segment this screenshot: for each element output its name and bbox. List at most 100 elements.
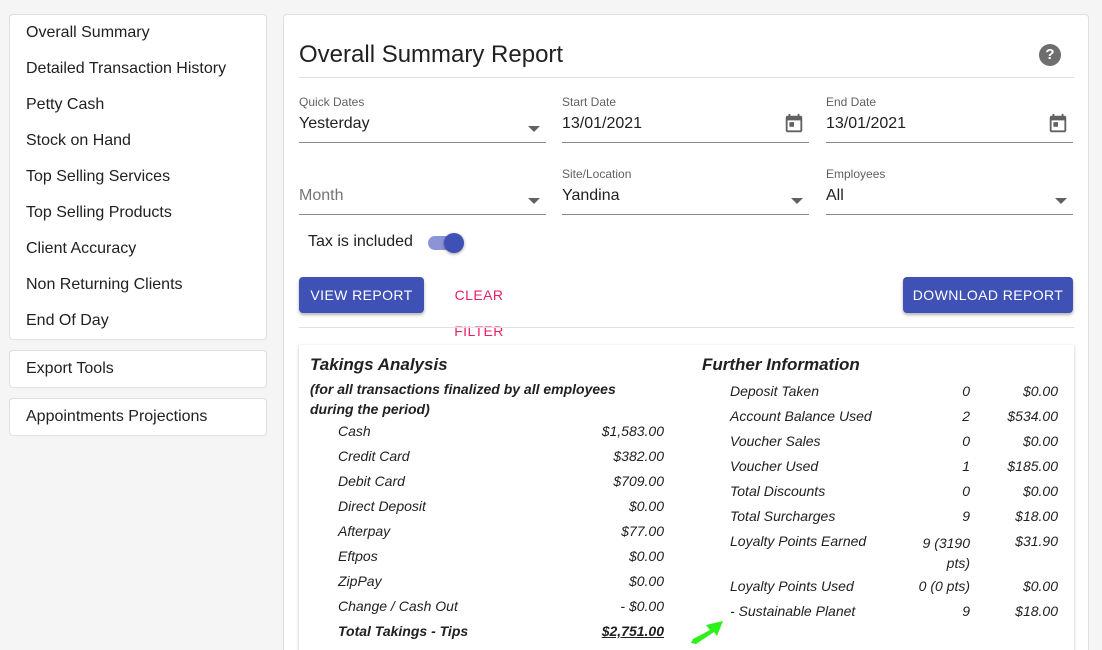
takings-row: Eftpos $0.00: [338, 548, 664, 568]
further-row-amount: $0.00: [1022, 433, 1058, 449]
further-row-amount: $0.00: [1022, 383, 1058, 399]
further-row: Total Surcharges 9 $18.00: [730, 508, 1058, 528]
report-card: Takings Analysis (for all transactions f…: [299, 345, 1074, 650]
further-row: - Sustainable Planet 9 $18.00: [730, 603, 1058, 623]
further-row-name: Account Balance Used: [730, 408, 872, 424]
menu-item-stock-on-hand[interactable]: Stock on Hand: [10, 127, 266, 163]
takings-row-amount: $0.00: [628, 548, 664, 564]
report-menu: Overall Summary Detailed Transaction His…: [9, 14, 267, 340]
takings-row-amount: - $0.00: [620, 598, 664, 614]
menu-item-detailed-transaction-history[interactable]: Detailed Transaction History: [10, 55, 266, 91]
calendar-icon[interactable]: [783, 113, 805, 135]
further-row-count: 9 (3190 pts): [922, 535, 970, 571]
further-row: Loyalty Points Earned 9 (3190 pts) $31.9…: [730, 533, 1058, 577]
further-row: Deposit Taken 0 $0.00: [730, 383, 1058, 403]
takings-row: Direct Deposit $0.00: [338, 498, 664, 518]
month-select[interactable]: Month: [299, 167, 546, 215]
further-row-count: 9: [962, 603, 970, 619]
further-row-amount: $18.00: [1015, 603, 1058, 619]
takings-total-name: Total Takings - Tips: [338, 623, 469, 639]
main-panel: Overall Summary Report ? Quick Dates Yes…: [283, 14, 1089, 650]
start-date-field[interactable]: Start Date 13/01/2021: [562, 95, 809, 143]
takings-row-name: Cash: [338, 423, 371, 439]
further-row: Voucher Sales 0 $0.00: [730, 433, 1058, 453]
further-row-amount: $0.00: [1022, 483, 1058, 499]
takings-row-amount: $1,583.00: [601, 423, 664, 439]
clear-filter-button[interactable]: CLEAR FILTER: [428, 277, 530, 339]
further-row-name: Total Discounts: [730, 483, 826, 499]
takings-row: Credit Card $382.00: [338, 448, 664, 468]
tax-toggle-label: Tax is included: [308, 233, 413, 250]
takings-row-name: Afterpay: [338, 523, 391, 539]
takings-total-row: Total Takings - Tips $2,751.00: [338, 623, 664, 643]
menu-item-end-of-day[interactable]: End Of Day: [10, 307, 266, 343]
further-row-name: Total Surcharges: [730, 508, 836, 524]
employees-label: Employees: [826, 167, 886, 181]
chevron-down-icon: [791, 198, 803, 204]
title-divider: [299, 77, 1074, 78]
further-row: Total Discounts 0 $0.00: [730, 483, 1058, 503]
start-date-value: 13/01/2021: [562, 115, 643, 132]
site-location-select[interactable]: Site/Location Yandina: [562, 167, 809, 215]
takings-row-amount: $0.00: [628, 573, 664, 589]
chevron-down-icon: [1055, 198, 1067, 204]
site-location-value: Yandina: [562, 187, 620, 204]
takings-row-name: Credit Card: [338, 448, 410, 464]
chevron-down-icon: [528, 126, 540, 132]
takings-row-amount: $709.00: [613, 473, 664, 489]
tax-toggle[interactable]: [427, 233, 465, 253]
further-row-amount: $534.00: [1007, 408, 1058, 424]
help-icon[interactable]: ?: [1039, 44, 1061, 66]
further-row-name: - Sustainable Planet: [730, 603, 856, 619]
takings-total-amount: $2,751.00: [601, 623, 664, 639]
download-report-button[interactable]: DOWNLOAD REPORT: [903, 277, 1073, 313]
further-row: Loyalty Points Used 0 (0 pts) $0.00: [730, 578, 1058, 598]
takings-title: Takings Analysis: [310, 355, 448, 374]
menu-item-non-returning-clients[interactable]: Non Returning Clients: [10, 271, 266, 307]
takings-row: Debit Card $709.00: [338, 473, 664, 493]
further-row-name: Loyalty Points Earned: [730, 533, 867, 549]
buttons-divider: [299, 327, 1074, 328]
view-report-button[interactable]: VIEW REPORT: [299, 277, 424, 313]
takings-row-name: Change / Cash Out: [338, 598, 458, 614]
menu-item-top-selling-products[interactable]: Top Selling Products: [10, 199, 266, 235]
site-location-label: Site/Location: [562, 167, 632, 181]
further-row-name: Loyalty Points Used: [730, 578, 854, 594]
page-title: Overall Summary Report: [299, 41, 564, 68]
takings-row-amount: $382.00: [613, 448, 664, 464]
takings-row: Cash $1,583.00: [338, 423, 664, 443]
further-info-title: Further Information: [702, 355, 860, 374]
quick-dates-select[interactable]: Quick Dates Yesterday: [299, 95, 546, 143]
further-row-amount: $31.90: [1015, 533, 1058, 549]
menu-item-top-selling-services[interactable]: Top Selling Services: [10, 163, 266, 199]
further-row-count: 1: [962, 458, 970, 474]
takings-row-name: Direct Deposit: [338, 498, 426, 514]
further-row-amount: $0.00: [1022, 578, 1058, 594]
further-row-count: 0: [962, 433, 970, 449]
further-row-count: 0: [962, 383, 970, 399]
takings-subtitle: (for all transactions finalized by all e…: [310, 381, 616, 417]
takings-row-name: ZipPay: [338, 573, 382, 589]
employees-select[interactable]: Employees All: [826, 167, 1073, 215]
menu-item-client-accuracy[interactable]: Client Accuracy: [10, 235, 266, 271]
menu-item-overall-summary[interactable]: Overall Summary: [10, 19, 266, 55]
further-row-name: Voucher Sales: [730, 433, 821, 449]
takings-row: Change / Cash Out - $0.00: [338, 598, 664, 618]
further-row-count: 9: [962, 508, 970, 524]
takings-row-amount: $77.00: [621, 523, 664, 539]
export-tools-item[interactable]: Export Tools: [9, 350, 267, 388]
further-row-count: 2: [962, 408, 970, 424]
calendar-icon[interactable]: [1047, 113, 1069, 135]
further-row-count: 0: [962, 483, 970, 499]
end-date-value: 13/01/2021: [826, 115, 907, 132]
start-date-label: Start Date: [562, 95, 617, 109]
end-date-label: End Date: [826, 95, 877, 109]
appointments-projections-item[interactable]: Appointments Projections: [9, 398, 267, 436]
further-row: Account Balance Used 2 $534.00: [730, 408, 1058, 428]
menu-item-petty-cash[interactable]: Petty Cash: [10, 91, 266, 127]
further-row: Voucher Used 1 $185.00: [730, 458, 1058, 478]
green-arrow-icon: [691, 621, 723, 644]
quick-dates-value: Yesterday: [299, 115, 370, 132]
employees-value: All: [826, 187, 844, 204]
end-date-field[interactable]: End Date 13/01/2021: [826, 95, 1073, 143]
